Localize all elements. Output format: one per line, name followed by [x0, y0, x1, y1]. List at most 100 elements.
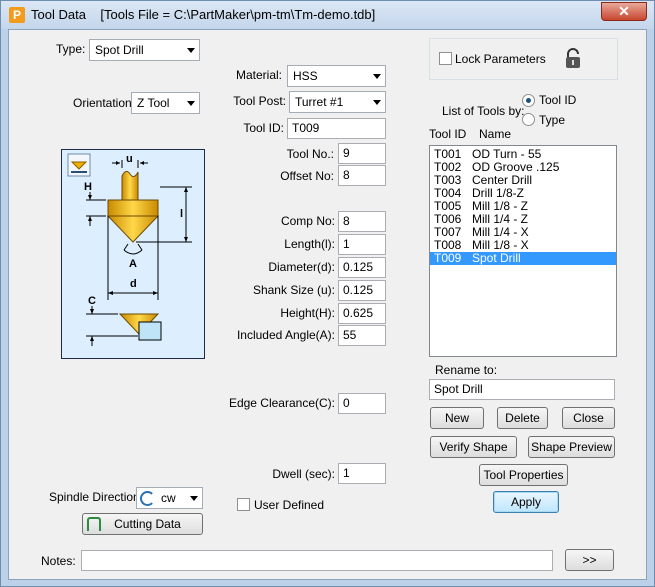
height-label: Height(H): — [280, 306, 335, 320]
diagram-label-u: u — [126, 153, 133, 165]
edge-clearance-label: Edge Clearance(C): — [228, 396, 335, 410]
tool-list[interactable]: T001 OD Turn - 55 T002 OD Groove .125 T003 Ce… — [429, 145, 617, 357]
spindle-direction-value: cw — [161, 491, 176, 505]
tool-list-item-name: Mill 1/8 - Z — [472, 199, 529, 213]
tool-list-item-name: Center Drill — [472, 173, 533, 187]
apply-button[interactable]: Apply — [493, 491, 559, 513]
tools-file-info: [Tools File = C:\PartMaker\pm-tm\Tm-demo… — [100, 7, 376, 22]
tool-list-item-name: Spot Drill — [472, 251, 521, 265]
rotate-cw-icon — [140, 491, 155, 506]
sort-by-tool-id-label: Tool ID — [539, 93, 577, 107]
material-value: HSS — [293, 69, 318, 83]
tool-properties-button[interactable]: Tool Properties — [479, 464, 568, 486]
tool-post-select[interactable]: Turret #1 — [289, 91, 386, 113]
chevron-down-icon — [187, 48, 195, 53]
length-field[interactable]: 1 — [338, 234, 386, 255]
included-angle-field[interactable]: 55 — [338, 325, 386, 346]
notes-field[interactable] — [81, 550, 553, 571]
height-field[interactable]: 0.625 — [338, 303, 386, 324]
diagram-label-d: d — [130, 278, 137, 290]
length-label: Length(l): — [284, 237, 335, 251]
spindle-direction-select[interactable]: cw — [136, 487, 203, 509]
material-select[interactable]: HSS — [287, 65, 386, 87]
tool-post-value: Turret #1 — [295, 95, 344, 109]
lock-parameters-checkbox[interactable] — [439, 52, 452, 65]
sort-by-type-radio[interactable] — [522, 113, 535, 126]
shape-preview-button[interactable]: Shape Preview — [528, 436, 615, 458]
spindle-direction-label: Spindle Direction: — [49, 490, 144, 504]
included-angle-label: Included Angle(A): — [236, 328, 335, 342]
dwell-label: Dwell (sec): — [272, 467, 335, 481]
tool-list-item-name: OD Groove .125 — [472, 160, 560, 174]
type-value: Spot Drill — [95, 43, 144, 57]
tool-list-item-name: Drill 1/8-Z — [472, 186, 525, 200]
close-button[interactable]: Close — [562, 407, 615, 429]
title-bar[interactable]: P Tool Data [Tools File = C:\PartMaker\p… — [1, 1, 654, 29]
window-title: Tool Data [Tools File = C:\PartMaker\pm-… — [31, 7, 375, 22]
chevron-down-icon — [190, 496, 198, 501]
notes-label: Notes: — [41, 554, 76, 568]
diagram-label-l: l — [180, 208, 183, 220]
window-title-text: Tool Data — [31, 7, 86, 22]
dwell-field[interactable]: 1 — [338, 463, 386, 484]
user-defined-checkbox[interactable] — [237, 498, 250, 511]
column-header-name: Name — [479, 127, 512, 141]
tool-diagram: u H l A d C — [61, 149, 205, 359]
lock-parameters-label: Lock Parameters — [455, 52, 546, 66]
chevron-down-icon — [187, 101, 195, 106]
sort-by-type-label: Type — [539, 113, 566, 127]
tool-id-label: Tool ID: — [243, 121, 284, 135]
tool-list-item-name: OD Turn - 55 — [472, 147, 542, 161]
shank-size-field[interactable]: 0.125 — [338, 280, 386, 301]
comp-no-field[interactable]: 8 — [338, 211, 386, 232]
chevron-down-icon — [373, 100, 381, 105]
offset-no-field[interactable]: 8 — [338, 165, 386, 186]
tool-id-field[interactable]: T009 — [287, 118, 386, 139]
offset-no-label: Offset No: — [280, 169, 334, 183]
tool-list-item[interactable]: T009 Spot Drill — [430, 252, 616, 265]
orientation-select[interactable]: Z Tool — [131, 92, 200, 114]
app-icon: P — [9, 7, 25, 23]
rename-field[interactable]: Spot Drill — [429, 379, 615, 400]
cutting-data-label: Cutting Data — [114, 517, 181, 531]
orientation-label: Orientation: — [73, 96, 136, 110]
lock-parameters-group: Lock Parameters — [429, 38, 618, 80]
tool-no-field[interactable]: 9 — [338, 143, 386, 164]
chevron-down-icon — [373, 74, 381, 79]
material-label: Material: — [235, 68, 282, 82]
tool-list-item-id: T009 — [434, 251, 462, 265]
dialog-client-area: Type: Spot Drill Orientation: Z Tool u H… — [8, 29, 647, 580]
close-window-button[interactable]: ✕ — [601, 2, 647, 21]
comp-no-label: Comp No: — [280, 214, 335, 228]
sort-by-tool-id-radio[interactable] — [522, 94, 535, 107]
padlock-icon — [566, 48, 580, 68]
diagram-label-a: A — [129, 258, 137, 270]
tool-list-item-name: Mill 1/4 - X — [472, 225, 529, 239]
spot-drill-drawing: u H l A d C — [67, 153, 192, 346]
verify-shape-button[interactable]: Verify Shape — [430, 436, 517, 458]
tool-list-item-name: Mill 1/4 - Z — [472, 212, 529, 226]
rename-to-label: Rename to: — [435, 363, 498, 377]
diagram-label-c: C — [88, 295, 96, 307]
type-select[interactable]: Spot Drill — [89, 39, 200, 61]
list-of-tools-by-label: List of Tools by: — [442, 104, 525, 118]
diagram-label-h: H — [84, 181, 92, 193]
delete-button[interactable]: Delete — [497, 407, 548, 429]
cutting-data-icon — [87, 517, 101, 531]
tool-no-label: Tool No.: — [286, 147, 334, 161]
shank-size-label: Shank Size (u): — [252, 283, 335, 297]
tool-post-label: Tool Post: — [233, 94, 286, 108]
column-header-tool-id: Tool ID — [429, 127, 467, 141]
diameter-field[interactable]: 0.125 — [338, 257, 386, 278]
user-defined-label: User Defined — [254, 498, 325, 512]
tool-data-window: P Tool Data [Tools File = C:\PartMaker\p… — [0, 0, 655, 587]
tool-list-item-name: Mill 1/8 - X — [472, 238, 529, 252]
new-button[interactable]: New — [430, 407, 484, 429]
orientation-icon — [67, 153, 91, 177]
type-label: Type: — [56, 42, 86, 56]
cutting-data-button[interactable]: Cutting Data — [82, 513, 203, 535]
more-notes-button[interactable]: >> — [565, 549, 614, 571]
diameter-label: Diameter(d): — [268, 260, 335, 274]
edge-clearance-field[interactable]: 0 — [338, 393, 386, 414]
orientation-value: Z Tool — [137, 96, 170, 110]
